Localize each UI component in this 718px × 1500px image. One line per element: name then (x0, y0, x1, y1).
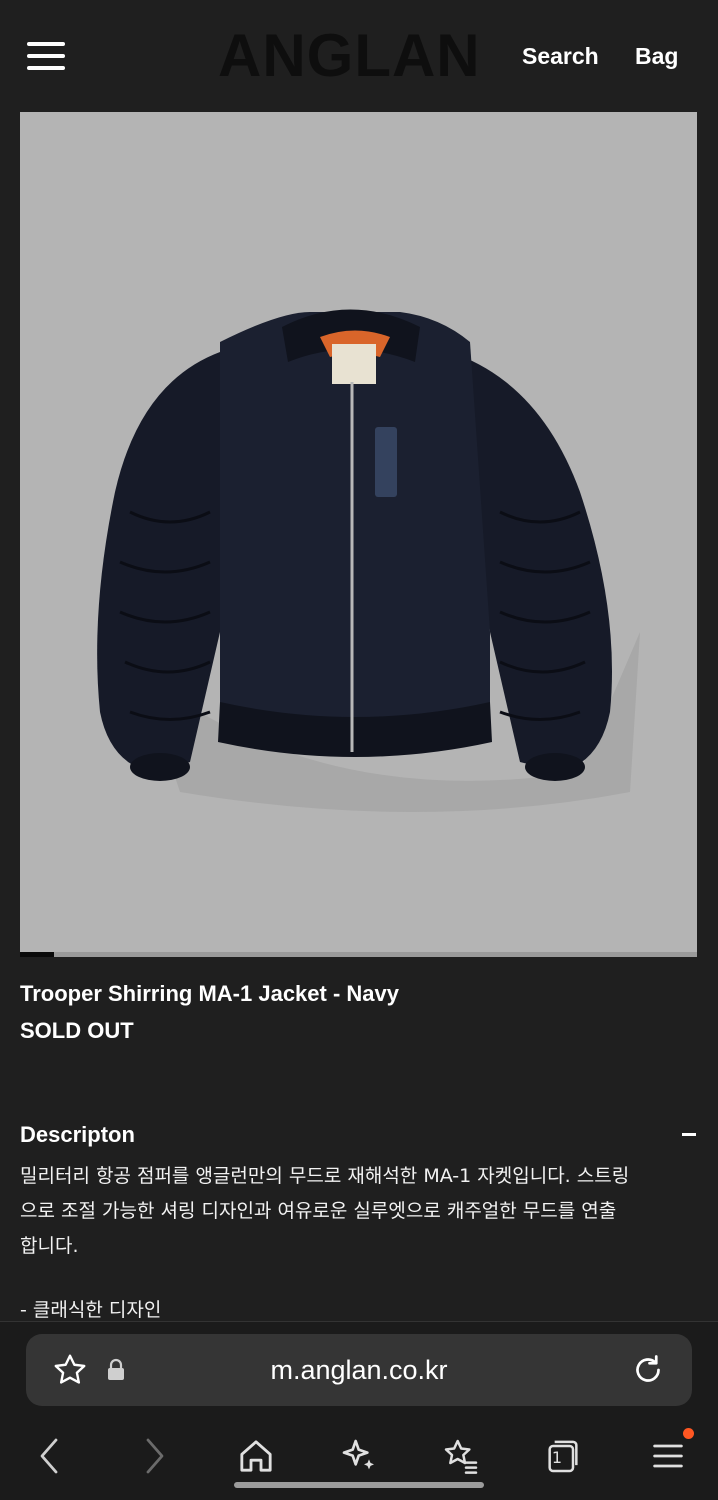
reload-icon[interactable] (630, 1352, 666, 1388)
bag-link[interactable]: Bag (635, 42, 678, 70)
sparkle-icon[interactable] (339, 1436, 379, 1476)
menu-icon[interactable] (648, 1436, 688, 1476)
carousel-progress-fill (20, 952, 54, 957)
description-text: 밀리터리 항공 점퍼를 앵글런만의 무드로 재해석한 MA-1 자켓입니다. 스… (20, 1159, 700, 1264)
description-heading[interactable]: Descripton (20, 1121, 135, 1149)
minus-icon[interactable] (682, 1133, 696, 1136)
jacket-image (97, 309, 640, 812)
tab-count: 1 (551, 1448, 563, 1467)
stock-status: SOLD OUT (20, 1018, 134, 1043)
description-line: 밀리터리 항공 점퍼를 앵글런만의 무드로 재해석한 MA-1 자켓입니다. 스… (20, 1165, 630, 1187)
site-header: ANGLAN Search Bag (0, 0, 718, 112)
carousel-progress (20, 952, 697, 957)
home-icon[interactable] (236, 1436, 276, 1476)
home-indicator[interactable] (234, 1482, 484, 1488)
forward-icon[interactable] (140, 1436, 168, 1476)
notification-dot (683, 1428, 694, 1439)
address-bar[interactable]: m.anglan.co.kr (26, 1334, 692, 1406)
lock-icon (108, 1358, 124, 1380)
bookmarks-icon[interactable] (441, 1436, 481, 1476)
back-icon[interactable] (36, 1436, 64, 1476)
brand-logo[interactable]: ANGLAN (218, 24, 481, 88)
description-line: 으로 조절 가능한 셔링 디자인과 여유로운 실루엣으로 캐주얼한 무드를 연출 (20, 1200, 617, 1222)
hamburger-menu-icon[interactable] (27, 40, 67, 72)
star-icon[interactable] (52, 1352, 88, 1388)
search-link[interactable]: Search (522, 42, 599, 70)
description-line: 합니다. (20, 1235, 79, 1257)
product-image[interactable] (20, 112, 697, 952)
product-title: Trooper Shirring MA-1 Jacket - Navy (20, 981, 399, 1006)
